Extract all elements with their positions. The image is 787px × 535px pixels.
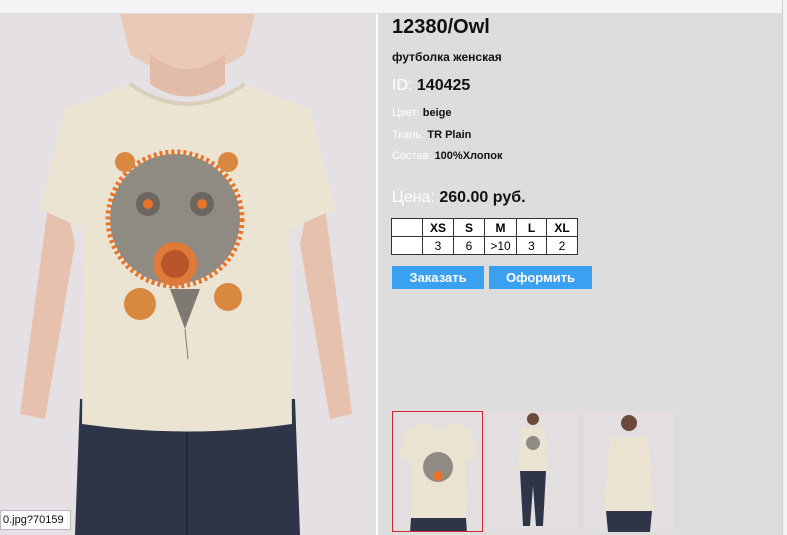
- composition-label: Состав:: [392, 150, 432, 162]
- color-value: beige: [422, 107, 452, 119]
- tshirt-illustration: [0, 14, 376, 535]
- stock-cell: 3: [516, 236, 547, 255]
- fabric-label: Ткань:: [392, 129, 425, 141]
- stock-cell: 6: [453, 236, 485, 255]
- window-edge: [782, 0, 787, 535]
- size-header-cell[interactable]: S: [453, 218, 485, 237]
- size-stock-row: 3 6 >10 3 2: [391, 236, 578, 255]
- attr-composition: Состав: 100%Хлопок: [392, 150, 502, 162]
- size-header-cell[interactable]: XL: [546, 218, 578, 237]
- top-border: [0, 0, 787, 14]
- size-header-cell: [391, 218, 423, 237]
- size-header-cell[interactable]: M: [484, 218, 517, 237]
- thumbnail-back-view[interactable]: [584, 411, 675, 532]
- size-header-row: XS S M L XL: [391, 218, 578, 237]
- stock-cell: [391, 236, 423, 255]
- composition-value: 100%Хлопок: [434, 150, 503, 162]
- thumbnail-image: [584, 411, 675, 532]
- product-info-panel: 12380/Owl футболка женская ID: 140425 Цв…: [378, 14, 782, 535]
- color-label: Цвет:: [392, 107, 420, 119]
- stock-cell: >10: [484, 236, 517, 255]
- thumbnail-front-closeup[interactable]: [392, 411, 483, 532]
- checkout-button[interactable]: Оформить: [489, 266, 592, 289]
- product-price: Цена: 260.00 руб.: [392, 189, 526, 207]
- attr-fabric: Ткань: TR Plain: [392, 129, 471, 141]
- browser-status-bar: 0.jpg?70159: [0, 510, 71, 530]
- fabric-value: TR Plain: [427, 129, 472, 141]
- price-label: Цена:: [392, 189, 435, 206]
- product-subtitle: футболка женская: [392, 50, 502, 64]
- product-title: 12380/Owl: [392, 16, 490, 38]
- size-header-cell[interactable]: XS: [422, 218, 454, 237]
- thumbnail-front-full[interactable]: [488, 411, 579, 532]
- attr-color: Цвет: beige: [392, 107, 452, 119]
- size-header-cell[interactable]: L: [516, 218, 547, 237]
- price-value: 260.00 руб.: [439, 189, 526, 206]
- id-value: 140425: [416, 77, 471, 94]
- thumbnail-image: [488, 411, 579, 532]
- stock-cell: 3: [422, 236, 454, 255]
- id-label: ID:: [392, 77, 413, 94]
- thumbnail-image: [393, 412, 482, 531]
- product-id: ID: 140425: [392, 77, 470, 95]
- order-button[interactable]: Заказать: [392, 266, 484, 289]
- main-product-photo[interactable]: [0, 14, 376, 535]
- stock-cell: 2: [546, 236, 578, 255]
- size-stock-table: XS S M L XL 3 6 >10 3 2: [391, 218, 578, 255]
